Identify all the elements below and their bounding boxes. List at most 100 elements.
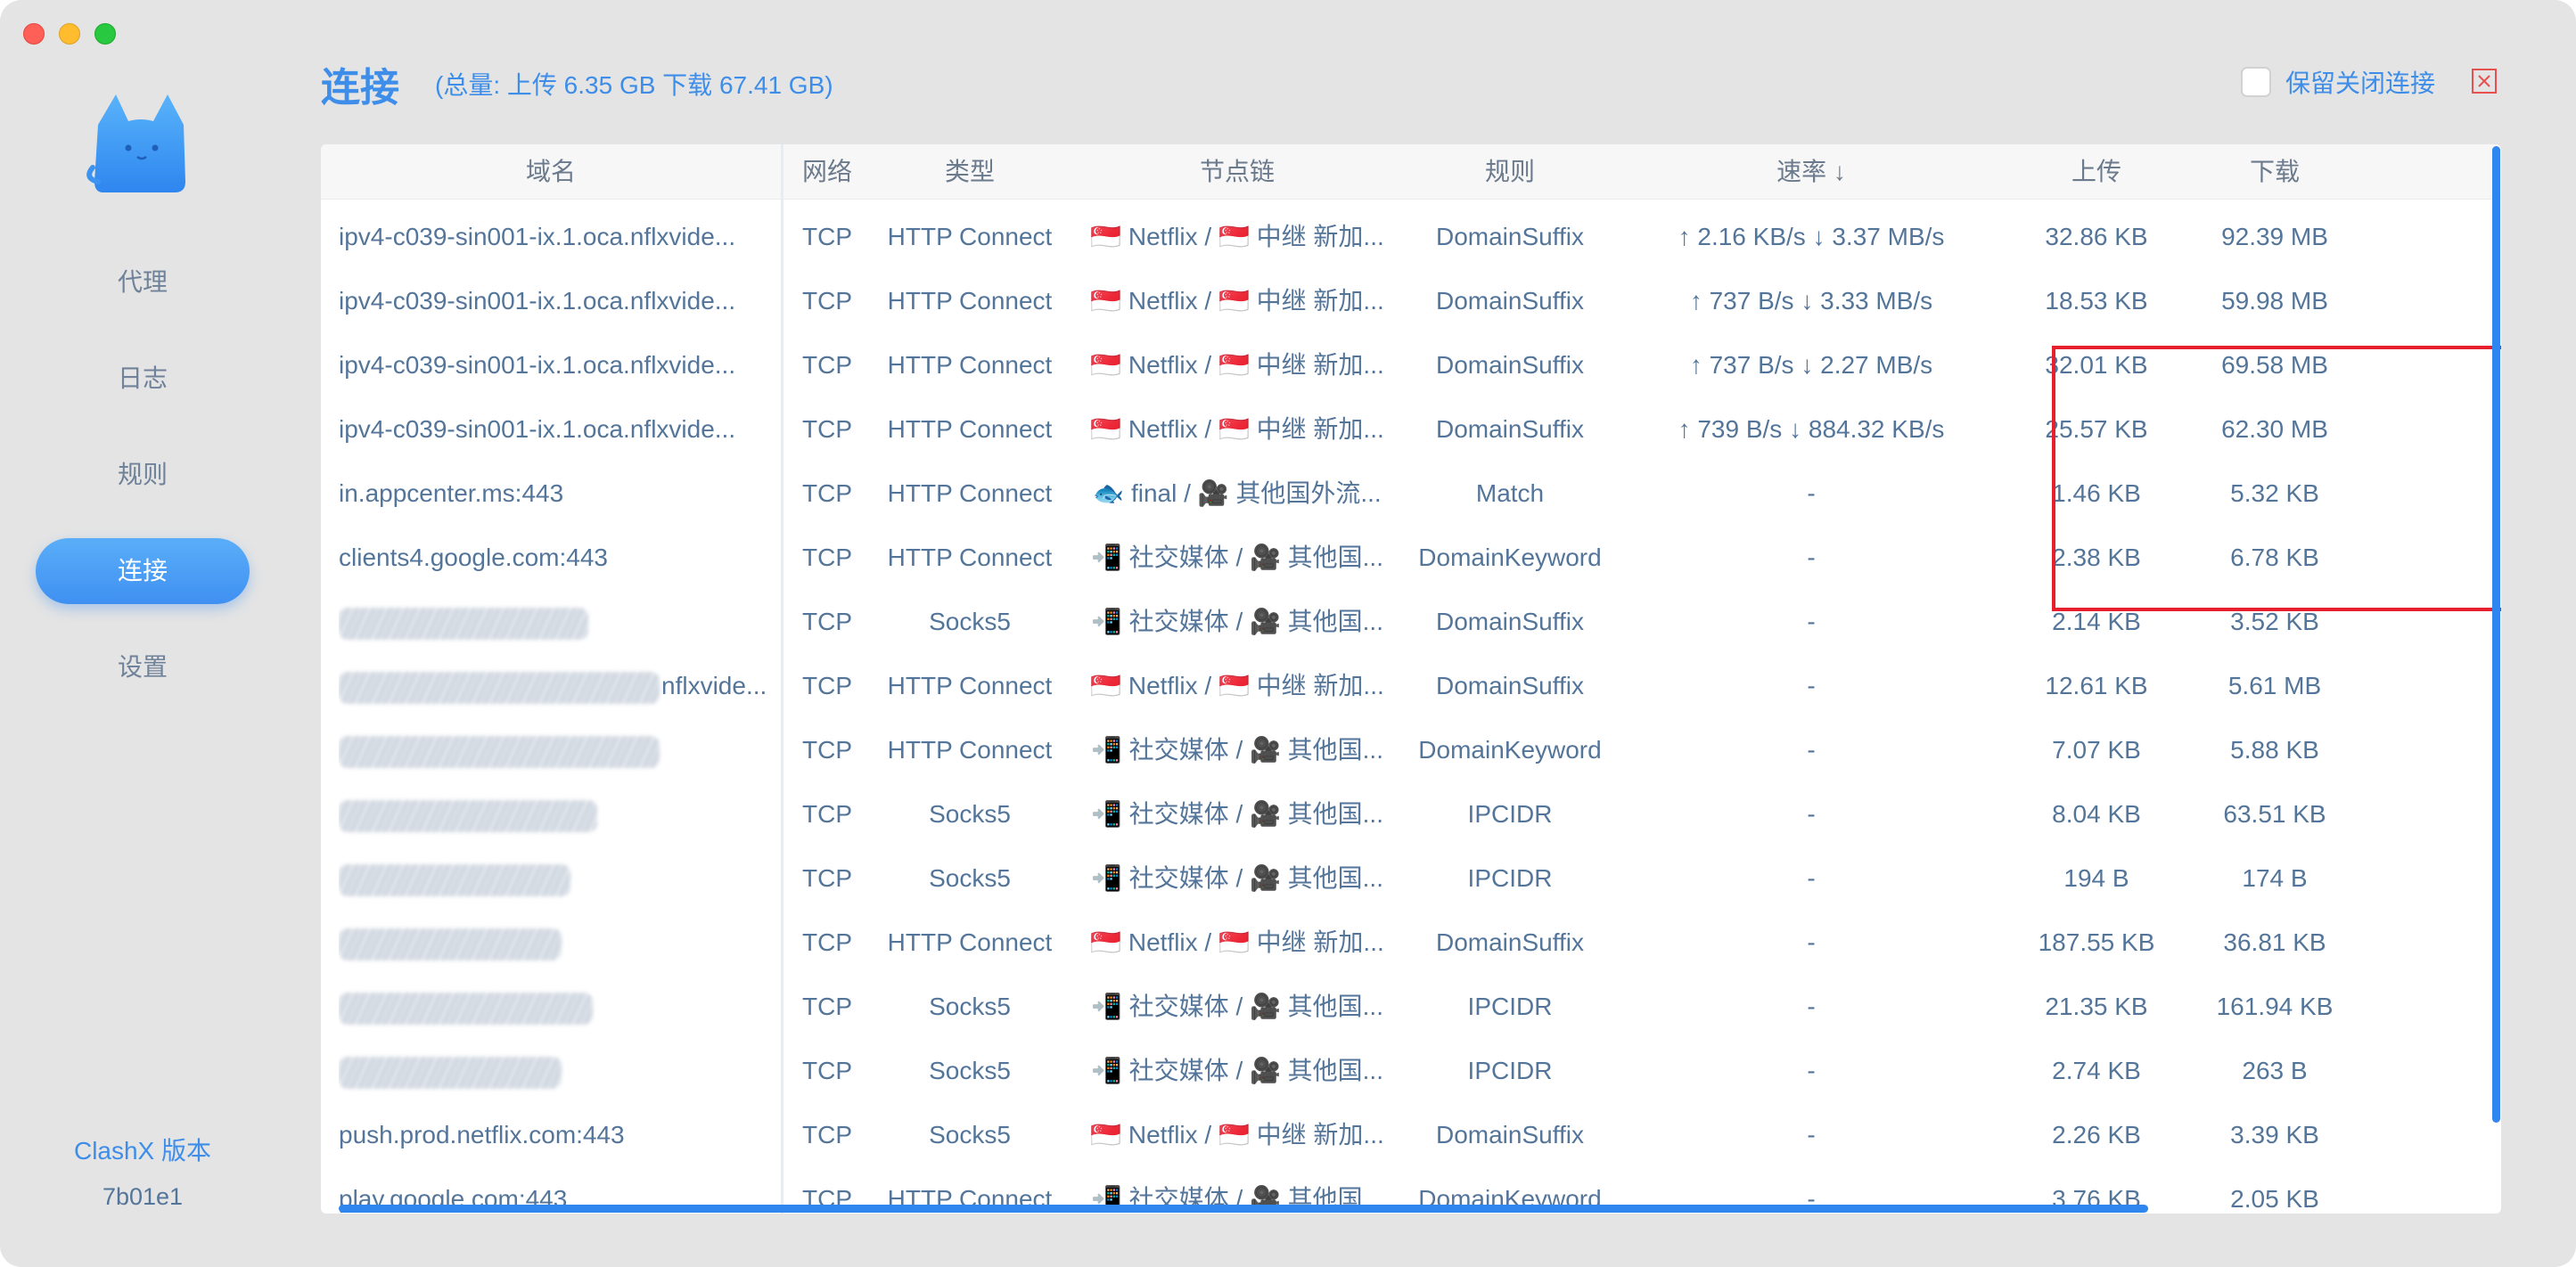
keep-closed-checkbox[interactable] [2241, 67, 2271, 97]
speed-highlight-box [2052, 346, 2501, 611]
table-row[interactable]: TCP HTTP Connect 📲 社交媒体 / 🎥 其他国... DomainKe… [321, 718, 2501, 782]
cell-speed: - [1807, 544, 1816, 571]
cell-rule: DomainKeyword [1418, 736, 1602, 764]
table-row[interactable]: ipv4-c039-sin001-ix.1.oca.nflxvide... TCP… [321, 205, 2501, 269]
cell-chain: 🇸🇬 Netflix / 🇸🇬 中继 新加... [1090, 672, 1384, 699]
vertical-scrollbar[interactable] [2492, 146, 2500, 1123]
redacted-domain-blur [339, 863, 570, 896]
cell-network: TCP [802, 1057, 852, 1084]
cell-domain: ipv4-c039-sin001-ix.1.oca.nflxvide... [339, 333, 775, 397]
cell-network: TCP [802, 351, 852, 379]
cell-chain: 🇸🇬 Netflix / 🇸🇬 中继 新加... [1090, 287, 1384, 315]
domain-text: ipv4-c039-sin001-ix.1.oca.nflxvide... [339, 415, 736, 443]
column-header-chain[interactable]: 节点链 [1070, 144, 1405, 200]
cell-speed: ↑ 739 B/s ↓ 884.32 KB/s [1678, 415, 1945, 443]
redacted-domain-blur [339, 607, 588, 640]
cell-network: TCP [802, 415, 852, 443]
page-title: 连接 [321, 66, 399, 110]
cell-rule: DomainSuffix [1435, 928, 1584, 956]
domain-text: push.prod.netflix.com:443 [339, 1121, 625, 1148]
sidebar-item-proxy[interactable]: 代理 [36, 249, 250, 315]
column-header-download[interactable]: 下载 [2186, 144, 2364, 200]
sidebar-item-connections[interactable]: 连接 [36, 538, 250, 604]
cell-chain: 📲 社交媒体 / 🎥 其他国... [1091, 608, 1383, 635]
cell-network: TCP [802, 544, 852, 571]
redacted-domain-blur [339, 992, 593, 1025]
cell-rule: DomainSuffix [1435, 415, 1584, 443]
cell-upload: 21.35 KB [2045, 993, 2148, 1020]
column-header-network[interactable]: 网络 [784, 144, 870, 200]
close-all-connections-icon[interactable] [2471, 68, 2498, 94]
cell-type: Socks5 [929, 608, 1011, 635]
table-row[interactable]: TCP HTTP Connect 🇸🇬 Netflix / 🇸🇬 中继 新加... D… [321, 911, 2501, 975]
cell-rule: Match [1475, 479, 1545, 507]
column-header-upload[interactable]: 上传 [2007, 144, 2186, 200]
connections-table: 域名 网络 类型 节点链 规则 速率 ↓ 上传 下载 ipv4-c039-sin… [321, 144, 2501, 1214]
table-row[interactable]: TCP Socks5 📲 社交媒体 / 🎥 其他国... IPCIDR - 21.35 K… [321, 975, 2501, 1039]
cell-type: Socks5 [929, 800, 1011, 828]
cell-domain [339, 782, 775, 846]
cell-download: 59.98 MB [2221, 287, 2328, 315]
cell-rule: DomainSuffix [1435, 223, 1584, 250]
sidebar-nav: 代理 日志 规则 连接 设置 [36, 249, 250, 731]
cell-type: HTTP Connect [887, 287, 1053, 315]
cell-upload: 8.04 KB [2052, 800, 2141, 828]
column-header-rule[interactable]: 规则 [1405, 144, 1615, 200]
cell-speed: ↑ 2.16 KB/s ↓ 3.37 MB/s [1678, 223, 1945, 250]
cell-domain [339, 975, 775, 1039]
cell-domain: ipv4-c039-sin001-ix.1.oca.nflxvide... [339, 397, 775, 462]
cell-network: TCP [802, 223, 852, 250]
sidebar-item-rules[interactable]: 规则 [36, 442, 250, 508]
cell-download: 63.51 KB [2223, 800, 2326, 828]
cell-chain: 🇸🇬 Netflix / 🇸🇬 中继 新加... [1090, 1121, 1384, 1148]
cell-type: Socks5 [929, 993, 1011, 1020]
cell-domain: clients4.google.com:443 [339, 526, 775, 590]
cell-type: HTTP Connect [887, 672, 1053, 699]
domain-text: ipv4-c039-sin001-ix.1.oca.nflxvide... [339, 351, 736, 379]
column-header-domain[interactable]: 域名 [321, 144, 781, 200]
table-row[interactable]: ipv4-c039-sin001-ix.1.oca.nflxvide... TCP… [321, 269, 2501, 333]
cell-chain: 🇸🇬 Netflix / 🇸🇬 中继 新加... [1090, 351, 1384, 379]
cell-network: TCP [802, 993, 852, 1020]
cell-type: HTTP Connect [887, 736, 1053, 764]
cell-upload: 12.61 KB [2045, 672, 2148, 699]
table-row[interactable]: TCP Socks5 📲 社交媒体 / 🎥 其他国... IPCIDR - 2.74 KB… [321, 1039, 2501, 1103]
table-row[interactable]: push.prod.netflix.com:443 TCP Socks5 🇸🇬 Net… [321, 1103, 2501, 1167]
table-row[interactable]: TCP Socks5 📲 社交媒体 / 🎥 其他国... IPCIDR - 8.04 KB… [321, 782, 2501, 846]
cell-upload: 18.53 KB [2045, 287, 2148, 315]
cell-download: 263 B [2242, 1057, 2308, 1084]
horizontal-scrollbar[interactable] [339, 1205, 2148, 1213]
cell-domain: ipv4-c039-sin001-ix.1.oca.nflxvide... [339, 205, 775, 269]
redacted-domain-blur [339, 1056, 562, 1089]
version-label[interactable]: ClashX 版本 [0, 1132, 285, 1167]
keep-closed-connections-toggle[interactable]: 保留关闭连接 [2241, 64, 2435, 100]
cell-network: TCP [802, 479, 852, 507]
cell-rule: DomainSuffix [1435, 351, 1584, 379]
domain-text: ipv4-c039-sin001-ix.1.oca.nflxvide... [339, 223, 736, 250]
cell-chain: 📲 社交媒体 / 🎥 其他国... [1091, 993, 1383, 1020]
cell-download: 174 B [2242, 864, 2308, 892]
cell-upload: 32.86 KB [2045, 223, 2148, 250]
cell-download: 92.39 MB [2221, 223, 2328, 250]
sidebar-item-settings[interactable]: 设置 [36, 634, 250, 700]
cell-download: 5.88 KB [2230, 736, 2319, 764]
cell-chain: 🇸🇬 Netflix / 🇸🇬 中继 新加... [1090, 928, 1384, 956]
cell-rule: DomainSuffix [1435, 1121, 1584, 1148]
redacted-domain-blur [339, 799, 597, 832]
column-header-speed[interactable]: 速率 ↓ [1615, 144, 2007, 200]
cell-type: HTTP Connect [887, 415, 1053, 443]
cell-domain [339, 846, 775, 911]
cell-download: 36.81 KB [2223, 928, 2326, 956]
table-row[interactable]: nflxvide... TCP HTTP Connect 🇸🇬 Netflix / 🇸… [321, 654, 2501, 718]
cell-type: HTTP Connect [887, 351, 1053, 379]
domain-text: ipv4-c039-sin001-ix.1.oca.nflxvide... [339, 287, 736, 315]
clashx-logo-icon [86, 94, 185, 192]
column-header-type[interactable]: 类型 [870, 144, 1070, 200]
table-row[interactable]: TCP Socks5 📲 社交媒体 / 🎥 其他国... IPCIDR - 194 B 17… [321, 846, 2501, 911]
cell-domain [339, 1039, 775, 1103]
cell-rule: DomainKeyword [1418, 544, 1602, 571]
table-header: 域名 网络 类型 节点链 规则 速率 ↓ 上传 下载 [321, 144, 2501, 200]
domain-text: nflxvide... [661, 672, 767, 699]
sidebar-item-logs[interactable]: 日志 [36, 346, 250, 412]
cell-speed: - [1807, 864, 1816, 892]
